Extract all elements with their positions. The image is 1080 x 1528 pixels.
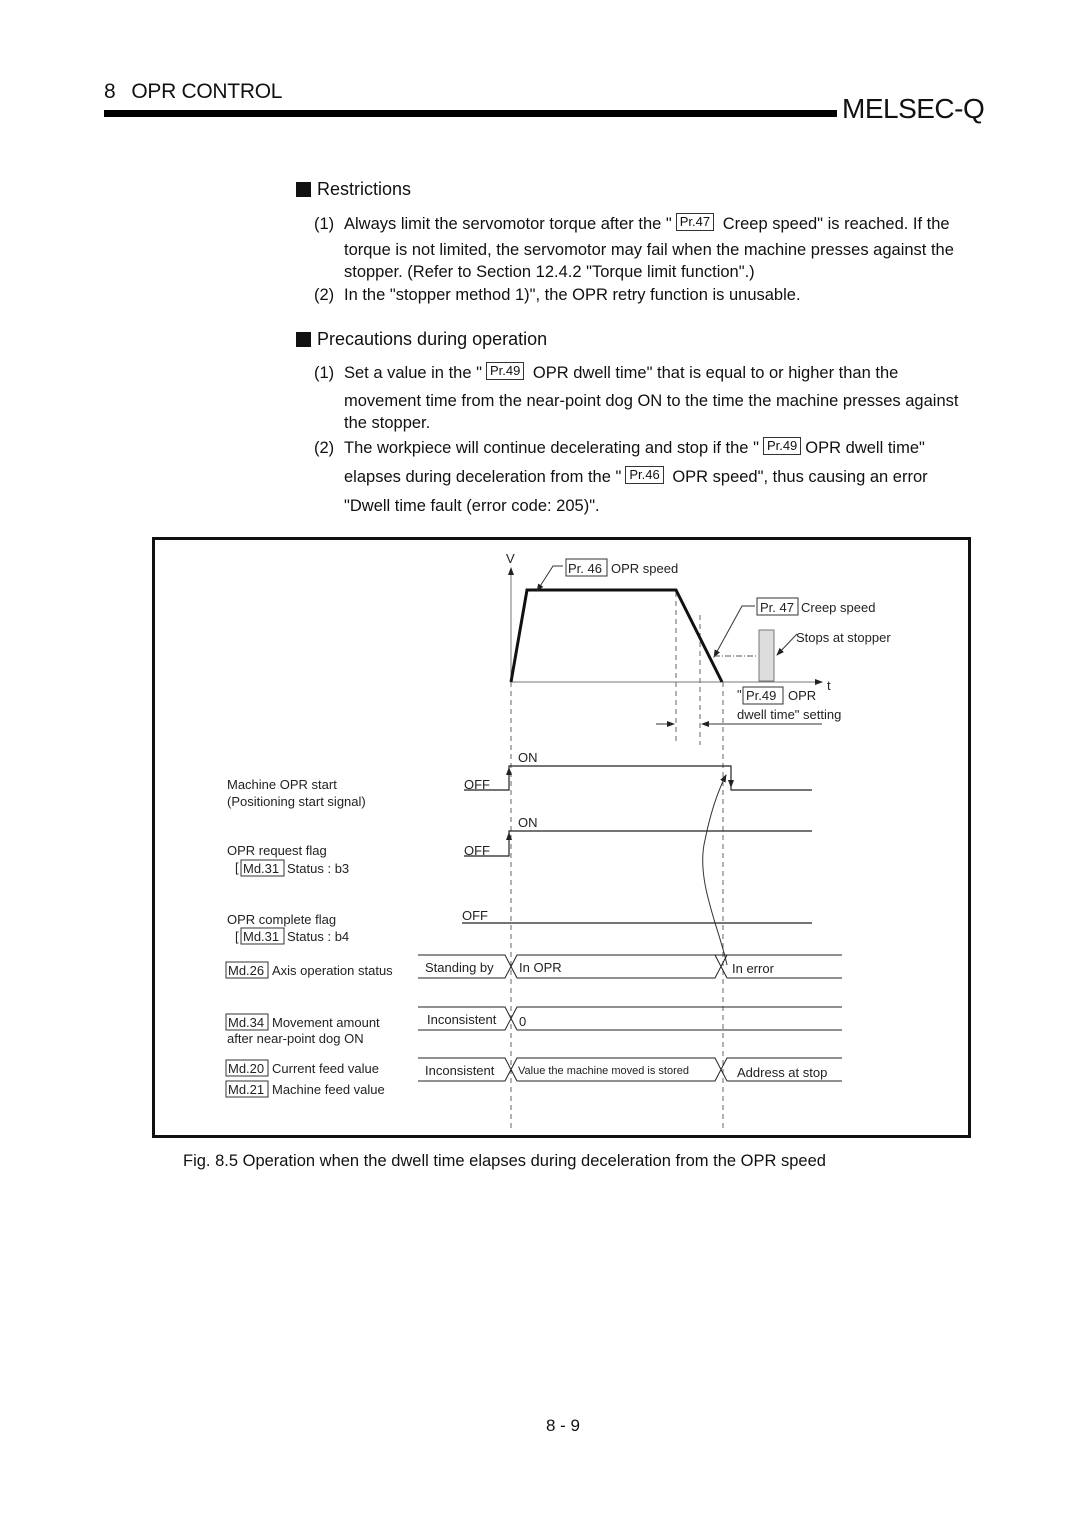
monitor-ref: Md.31 xyxy=(243,861,279,876)
signal-label: Machine OPR start xyxy=(227,777,337,792)
monitor-label: Current feed value xyxy=(272,1061,379,1076)
opr-speed-ref: Pr. 46 xyxy=(568,561,602,576)
status-value: In error xyxy=(732,961,775,976)
monitor-ref: Md.21 xyxy=(228,1082,264,1097)
signal-label: Status : b3 xyxy=(287,861,349,876)
signal-label: OPR request flag xyxy=(227,843,327,858)
stopper-block xyxy=(758,629,775,682)
signal-label: Status : b4 xyxy=(287,929,349,944)
signal-on-label: ON xyxy=(518,815,538,830)
signal-off-label: OFF xyxy=(462,908,488,923)
monitor-ref: Md.34 xyxy=(228,1015,264,1030)
monitor-ref: Md.26 xyxy=(228,963,264,978)
opr-request-flag-waveform xyxy=(464,830,812,857)
timing-diagram: V t Pr. 46 OPR speed Pr. 47 Creep speed … xyxy=(225,551,891,1128)
signal-label-bracket: [ xyxy=(235,929,239,944)
signal-label-bracket: [ xyxy=(235,860,239,875)
speed-profile-line xyxy=(509,588,724,683)
creep-speed-ref: Pr. 47 xyxy=(760,600,794,615)
stopper-label: Stops at stopper xyxy=(796,630,891,645)
timing-guide-lines xyxy=(510,592,724,1128)
figure-caption: Fig. 8.5 Operation when the dwell time e… xyxy=(183,1152,826,1170)
status-value: Standing by xyxy=(425,960,494,975)
t-axis-label: t xyxy=(827,678,831,693)
opr-speed-leader xyxy=(536,565,563,592)
monitor-label: Machine feed value xyxy=(272,1082,385,1097)
creep-speed-leader xyxy=(713,605,755,658)
opr-speed-label: OPR speed xyxy=(611,561,678,576)
dwell-ref: Pr.49 xyxy=(746,688,776,703)
signal-label: OPR complete flag xyxy=(227,912,336,927)
machine-opr-start-waveform xyxy=(464,765,812,791)
page-number: 8 - 9 xyxy=(546,1416,581,1435)
status-value: Inconsistent xyxy=(427,1012,497,1027)
signal-on-label: ON xyxy=(518,750,538,765)
monitor-ref: Md.20 xyxy=(228,1061,264,1076)
dwell-label-1: OPR xyxy=(788,688,816,703)
status-value: Value the machine moved is stored xyxy=(518,1065,689,1077)
stopper-leader xyxy=(776,633,798,656)
monitor-label: Movement amount xyxy=(272,1015,380,1030)
monitor-label: Axis operation status xyxy=(272,963,393,978)
signal-label: (Positioning start signal) xyxy=(227,794,366,809)
monitor-label: after near-point dog ON xyxy=(227,1031,364,1046)
monitor-ref: Md.31 xyxy=(243,929,279,944)
status-value: Inconsistent xyxy=(425,1063,495,1078)
dwell-label-2: dwell time" setting xyxy=(737,707,841,722)
status-value: Address at stop xyxy=(737,1065,827,1080)
v-axis-label: V xyxy=(506,551,515,566)
status-value: 0 xyxy=(519,1014,526,1029)
creep-speed-label: Creep speed xyxy=(801,600,875,615)
status-value: In OPR xyxy=(519,960,562,975)
dwell-quote: " xyxy=(737,687,742,702)
